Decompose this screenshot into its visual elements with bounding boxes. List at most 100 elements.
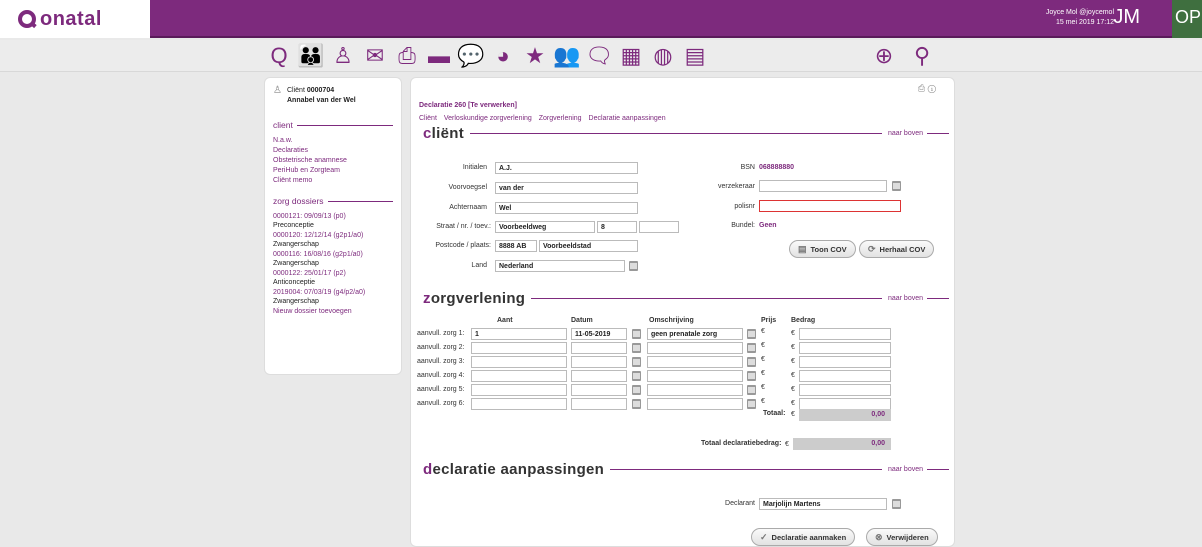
search-icon[interactable]: ⚲ [908, 42, 936, 70]
breadcrumb: Cliënt Verloskundige zorgverlening Zorgv… [419, 115, 671, 122]
print-icon[interactable]: ⎙ [393, 42, 421, 70]
bedrag-input[interactable] [799, 384, 891, 396]
land-select[interactable]: Nederland [495, 260, 625, 272]
omschrijving-list-icon[interactable] [747, 385, 756, 395]
crumb-aanpassingen[interactable]: Declaratie aanpassingen [589, 115, 666, 122]
initialen-input[interactable]: A.J. [495, 162, 638, 174]
sidebar-link-anamnese[interactable]: Obstetrische anamnese [273, 156, 393, 166]
dossier-item[interactable]: 0000116: 16/08/16 (g2p1/a0) Zwangerschap [273, 250, 393, 268]
dossier-item[interactable]: 2019004: 07/03/19 (g4/p2/a0) Zwangerschap [273, 288, 393, 306]
globe-icon[interactable]: ◍ [649, 42, 677, 70]
omschrijving-list-icon[interactable] [747, 371, 756, 381]
dossier-id[interactable]: 0000116: 16/08/16 (g2p1/a0) [273, 250, 393, 259]
crumb-verloskundige[interactable]: Verloskundige zorgverlening [444, 115, 532, 122]
omschrijving-input[interactable]: geen prenatale zorg [647, 328, 743, 340]
calendar-icon[interactable] [632, 329, 641, 339]
dossier-id[interactable]: 0000122: 25/01/17 (p2) [273, 269, 393, 278]
calendar-icon[interactable] [632, 399, 641, 409]
users-icon[interactable]: 👪 [297, 42, 325, 70]
datum-input[interactable]: 11-05-2019 [571, 328, 627, 340]
aanpassingen-section-header: declaratie aanpassingen naar boven [423, 461, 949, 478]
conversation-icon[interactable]: 🗨 [585, 42, 613, 70]
sidebar-link-memo[interactable]: Cliënt memo [273, 176, 393, 186]
declarant-list-icon[interactable] [892, 499, 901, 509]
star-icon[interactable]: ★ [521, 42, 549, 70]
aant-input[interactable] [471, 384, 567, 396]
omschrijving-input[interactable] [647, 370, 743, 382]
crumb-zorgverlening[interactable]: Zorgverlening [539, 115, 582, 122]
omschrijving-input[interactable] [647, 384, 743, 396]
logo[interactable]: onatal [0, 0, 150, 38]
user-initials[interactable]: JM [1113, 6, 1140, 29]
datum-input[interactable] [571, 342, 627, 354]
aant-input[interactable] [471, 398, 567, 410]
plus-circle-icon[interactable]: ⊕ [870, 42, 898, 70]
datum-input[interactable] [571, 384, 627, 396]
datum-input[interactable] [571, 370, 627, 382]
sidebar-link-naw[interactable]: N.a.w. [273, 136, 393, 146]
toon-cov-button[interactable]: ▤ Toon COV [789, 240, 856, 258]
dossier-item[interactable]: 0000121: 09/09/13 (p0) Preconceptie [273, 212, 393, 230]
calendar-icon[interactable] [632, 343, 641, 353]
bedrag-input[interactable] [799, 328, 891, 340]
naar-boven-link[interactable]: naar boven [888, 130, 923, 137]
aant-input[interactable] [471, 342, 567, 354]
verzekeraar-list-icon[interactable] [892, 181, 901, 191]
postcode-input[interactable]: 8888 AB [495, 240, 537, 252]
achternaam-input[interactable]: Wel [495, 202, 638, 214]
omschrijving-input[interactable] [647, 342, 743, 354]
bedrag-input[interactable] [799, 356, 891, 368]
calculator-icon[interactable]: ▤ [681, 42, 709, 70]
bedrag-input[interactable] [799, 342, 891, 354]
print-icon[interactable]: ⎙ [918, 83, 925, 93]
calendar-icon[interactable]: ▦ [617, 42, 645, 70]
group-icon[interactable]: 👥 [553, 42, 581, 70]
omschrijving-list-icon[interactable] [747, 343, 756, 353]
calendar-icon[interactable] [632, 371, 641, 381]
org-badge[interactable]: OP [1172, 0, 1202, 38]
aant-input[interactable] [471, 370, 567, 382]
sidebar-link-declaraties[interactable]: Declaraties [273, 146, 393, 156]
calendar-icon[interactable] [632, 385, 641, 395]
chat-icon[interactable]: 💬 [457, 42, 485, 70]
dossier-item[interactable]: 0000120: 12/12/14 (g2p1/a0) Zwangerschap [273, 231, 393, 249]
mail-icon[interactable]: ✉ [361, 42, 389, 70]
toevoeging-input[interactable] [639, 221, 679, 233]
datum-input[interactable] [571, 398, 627, 410]
bedrag-input[interactable] [799, 370, 891, 382]
dossier-item[interactable]: 0000122: 25/01/17 (p2) Anticonceptie [273, 269, 393, 287]
sidebar-link-perihub[interactable]: PeriHub en Zorgteam [273, 166, 393, 176]
crumb-client[interactable]: Cliënt [419, 115, 437, 122]
aant-input[interactable]: 1 [471, 328, 567, 340]
person-add-icon[interactable]: ♙ [329, 42, 357, 70]
declarant-select[interactable]: Marjolijn Martens [759, 498, 887, 510]
datum-input[interactable] [571, 356, 627, 368]
card-icon[interactable]: ▬ [425, 42, 453, 70]
omschrijving-list-icon[interactable] [747, 329, 756, 339]
onatal-q-icon[interactable]: Q [265, 42, 293, 70]
omschrijving-input[interactable] [647, 356, 743, 368]
dossier-id[interactable]: 2019004: 07/03/19 (g4/p2/a0) [273, 288, 393, 297]
naar-boven-link[interactable]: naar boven [888, 295, 923, 302]
dossier-id[interactable]: 0000121: 09/09/13 (p0) [273, 212, 393, 221]
info-icon[interactable]: ⓘ [928, 83, 936, 93]
omschrijving-list-icon[interactable] [747, 357, 756, 367]
verzekeraar-input[interactable] [759, 180, 887, 192]
plaats-input[interactable]: Voorbeeldstad [539, 240, 638, 252]
omschrijving-list-icon[interactable] [747, 399, 756, 409]
omschrijving-input[interactable] [647, 398, 743, 410]
straat-input[interactable]: Voorbeeldweg [495, 221, 595, 233]
aant-input[interactable] [471, 356, 567, 368]
huisnummer-input[interactable]: 8 [597, 221, 637, 233]
dossier-id[interactable]: 0000120: 12/12/14 (g2p1/a0) [273, 231, 393, 240]
pie-chart-icon[interactable]: ◕ [489, 42, 517, 70]
declaratie-aanmaken-button[interactable]: ✓ Declaratie aanmaken [751, 528, 856, 546]
herhaal-cov-button[interactable]: ⟳ Herhaal COV [859, 240, 935, 258]
new-dossier-link[interactable]: Nieuw dossier toevoegen [273, 307, 393, 317]
calendar-icon[interactable] [632, 357, 641, 367]
voorvoegsel-input[interactable]: van der [495, 182, 638, 194]
polisnr-input[interactable] [759, 200, 901, 212]
verwijderen-button[interactable]: ⊗ Verwijderen [866, 528, 938, 546]
naar-boven-link[interactable]: naar boven [888, 466, 923, 473]
land-list-icon[interactable] [629, 261, 638, 271]
